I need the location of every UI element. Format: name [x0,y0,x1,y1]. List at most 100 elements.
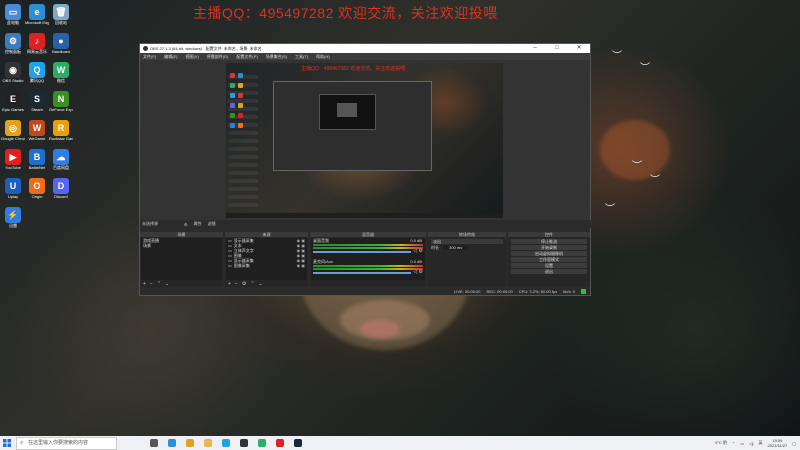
taskbar-app-wechat[interactable] [255,436,269,450]
desktop-icon[interactable]: S Steam [26,91,48,112]
cpu-fps: CPU: 3.2%, 60.00 fps [518,289,558,294]
filters-button[interactable]: 滤镜 [208,221,216,227]
desktop-icon-label: YouTube [5,165,21,170]
desktop-icon[interactable]: E Epic Games [2,91,24,112]
sources-list[interactable]: ▭ 显示器采集 ◉ ▣ ▭ 文本 ◉ ▣ ▭ 立体声文字 ◉ ▣ ▭ 图像 ◉ ▣ ▭ 显示器采集 ◉ ▣ ▭… [226,238,307,280]
volume-icon[interactable]: ◁) [749,441,753,446]
app-icon: ☁ [53,149,69,165]
menu-item[interactable]: 场景集合(S) [266,54,287,60]
desktop-icon[interactable]: W WeGame [26,120,48,141]
desktop-icon[interactable]: ⚙ 控制面板 [2,33,24,54]
menu-item[interactable]: 工具(T) [295,54,308,60]
menu-item[interactable]: 文件(F) [143,54,156,60]
menu-item[interactable]: 配置文件(P) [236,54,257,60]
control-button[interactable]: 启动虚拟摄像机 [511,251,587,256]
taskbar-search-input[interactable]: ⌕ 在这里输入你要搜索的内容 [16,436,117,450]
desktop-icon[interactable]: U Uplay [2,178,24,199]
desktop-icon[interactable]: D Discord [50,178,72,199]
ime-indicator[interactable]: 英 [758,440,762,446]
taskbar-app-steam[interactable] [291,436,305,450]
gear-icon[interactable]: ⚙ [184,222,188,227]
speaker-icon[interactable]: ◁ ⚙ [413,248,423,254]
chevron-up-icon[interactable]: ⌃ [250,281,254,287]
chevron-down-icon[interactable]: ⌄ [165,281,169,287]
menu-item[interactable]: 视图(V) [185,54,198,60]
control-button[interactable]: 退出 [511,269,587,274]
transition-duration-row: 时长 300 ms [429,245,505,250]
desktop-icon[interactable]: RRockstar Games [49,120,73,141]
taskbar-app-chrome[interactable] [183,436,197,450]
desktop-icon[interactable]: Q 腾讯QQ [26,62,48,83]
taskbar-app-qq[interactable] [219,436,233,450]
network-icon[interactable]: ▭ [740,441,744,446]
notification-icon[interactable]: ▢ [792,441,796,446]
desktop-icon[interactable]: eMicrosoft Edge [25,4,49,25]
chevron-up-icon[interactable]: ⌃ [157,281,161,287]
start-button[interactable] [0,436,14,450]
eye-icon[interactable]: ◉ ▣ [297,263,307,268]
desktop-icon[interactable]: NGeForce Experience [49,91,73,112]
speaker-icon[interactable]: ◁ ⚙ [413,269,423,275]
app-icon: ◉ [5,62,21,78]
control-button[interactable]: 开始录制 [511,245,587,250]
control-button[interactable]: 停止推流 [511,239,587,244]
desktop-icon[interactable]: O Origin [26,178,48,199]
selected-source-label: 未选择源 [142,221,158,226]
taskbar-app-music[interactable] [273,436,287,450]
duration-label: 时长 [431,245,439,250]
control-button[interactable]: 设置 [511,263,587,268]
taskbar-app-task-view[interactable] [147,436,161,450]
desktop-icon[interactable]: ▭ 此电脑 [2,4,24,25]
desktop-icon[interactable]: ● Bandicam [50,33,72,54]
duration-input[interactable]: 300 ms [443,245,469,250]
desktop-icon[interactable]: ▶ YouTube [2,149,24,170]
desktop-icon[interactable]: ☁ 百度网盘 [50,149,72,170]
taskbar-app-obs[interactable] [237,436,251,450]
maximize-button[interactable]: □ [546,44,568,53]
close-button[interactable]: ✕ [568,44,590,53]
volume-slider[interactable]: ◁ ⚙ [313,269,423,275]
obs-titlebar[interactable]: OBS 27.1.3 (64-bit, windows) - 配置文件: 未命名… [140,44,590,53]
menu-item[interactable]: 编辑(E) [164,54,177,60]
taskbar-app-edge[interactable] [165,436,179,450]
control-button[interactable]: 工作室模式 [511,257,587,262]
transition-select[interactable]: 淡出 [431,239,503,244]
taskbar-app-explorer[interactable] [201,436,215,450]
add-icon[interactable]: + [143,281,146,287]
obs-window[interactable]: OBS 27.1.3 (64-bit, windows) - 配置文件: 未命名… [139,43,592,296]
desktop-icon[interactable]: W 微信 [50,62,72,83]
volume-slider[interactable]: ◁ ⚙ [313,248,423,254]
app-icon: U [5,178,21,194]
remove-icon[interactable]: − [150,281,153,287]
desktop-icon[interactable]: B BattleNet [26,149,48,170]
volume-meter [313,268,423,270]
chevron-up-icon[interactable]: ⌃ [732,441,735,446]
weather-widget[interactable]: 9°C 阴 [715,440,727,446]
properties-button[interactable]: 属性 [194,221,202,227]
app-icon: W [53,62,69,78]
scenes-list[interactable]: 游戏直播 场景 [141,238,222,280]
menu-item[interactable]: 停靠部件(D) [207,54,229,60]
preview-banner: 主播QQ：495497282 欢迎交流，关注欢迎投喂 [301,66,406,72]
source-item[interactable]: ▭ 图像采集 ◉ ▣ [226,263,307,268]
desktop-icon-label: Google Chrome [1,136,25,141]
stream-preview[interactable]: 主播QQ：495497282 欢迎交流，关注欢迎投喂 [226,63,503,218]
menu-item[interactable]: 帮助(H) [316,54,330,60]
chevron-down-icon[interactable]: ⌄ [259,281,263,287]
minimize-button[interactable]: – [524,44,546,53]
gear-icon[interactable]: ⚙ [242,281,246,287]
desktop-icon[interactable]: 🗑 回收站 [50,4,72,25]
clock[interactable]: 19:59 2021/11/27 [767,438,787,448]
app-icon: B [29,149,45,165]
transitions-dock: 转场特效 淡出 时长 300 ms [428,232,506,287]
remove-icon[interactable]: − [235,281,238,287]
desktop-icon[interactable]: ♪ 网易云音乐 [26,33,48,54]
desktop-icon[interactable]: ◎Google Chrome [1,120,25,141]
scene-item[interactable]: 场景 [141,243,222,248]
app-icon: N [53,91,69,107]
desktop-icon[interactable]: ◉ OBS Studio [2,62,24,83]
app-icon: 🗑 [53,4,69,20]
desktop-icon[interactable]: ⚡ 迅雷 [2,207,24,228]
desktop-icon-label: 腾讯QQ [29,78,45,83]
add-icon[interactable]: + [228,281,231,287]
